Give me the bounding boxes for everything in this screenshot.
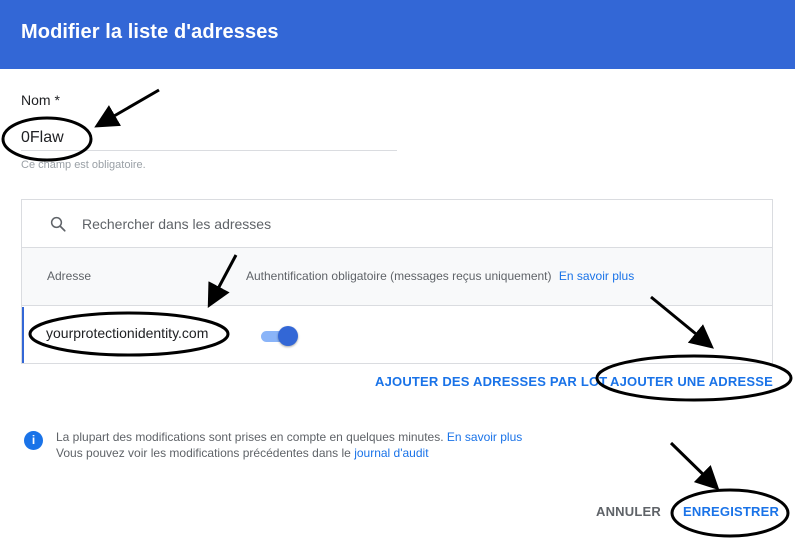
name-label: Nom * <box>21 92 60 108</box>
search-row <box>22 200 772 248</box>
search-icon <box>50 216 66 232</box>
cancel-button[interactable]: ANNULER <box>596 504 661 519</box>
learn-more-link[interactable]: En savoir plus <box>559 269 634 283</box>
info-text-line1: La plupart des modifications sont prises… <box>56 430 522 444</box>
annotation-arrow-name <box>94 88 160 128</box>
name-help-text: Ce champ est obligatoire. <box>21 159 146 171</box>
row-selection-indicator <box>22 307 24 363</box>
column-header-auth-label: Authentification obligatoire (messages r… <box>246 269 552 283</box>
info-icon: i <box>24 431 43 450</box>
dialog-header: Modifier la liste d'adresses <box>0 0 795 69</box>
toggle-knob <box>278 326 298 346</box>
dialog-title: Modifier la liste d'adresses <box>21 21 279 43</box>
name-input-underline <box>21 150 397 151</box>
info-text-2: Vous pouvez voir les modifications précé… <box>56 446 351 460</box>
name-input[interactable]: 0Flaw <box>21 129 64 147</box>
column-header-address: Adresse <box>47 269 92 283</box>
bulk-add-addresses-button[interactable]: AJOUTER DES ADRESSES PAR LOT <box>375 374 607 389</box>
auth-required-toggle[interactable] <box>261 326 298 346</box>
audit-log-link[interactable]: journal d'audit <box>354 446 428 460</box>
column-header-auth: Authentification obligatoire (messages r… <box>246 269 634 283</box>
annotation-arrow-save <box>669 441 720 491</box>
table-header: Adresse Authentification obligatoire (me… <box>22 248 772 306</box>
table-row[interactable]: yourprotectionidentity.com <box>22 307 772 363</box>
info-learn-more-link[interactable]: En savoir plus <box>447 430 522 444</box>
save-button[interactable]: ENREGISTRER <box>683 504 779 519</box>
search-input[interactable] <box>82 214 682 234</box>
row-address: yourprotectionidentity.com <box>46 325 209 341</box>
add-address-button[interactable]: AJOUTER UNE ADRESSE <box>610 374 773 389</box>
address-table: Adresse Authentification obligatoire (me… <box>21 199 773 364</box>
info-text-1: La plupart des modifications sont prises… <box>56 430 444 444</box>
info-text-line2: Vous pouvez voir les modifications précé… <box>56 446 429 460</box>
